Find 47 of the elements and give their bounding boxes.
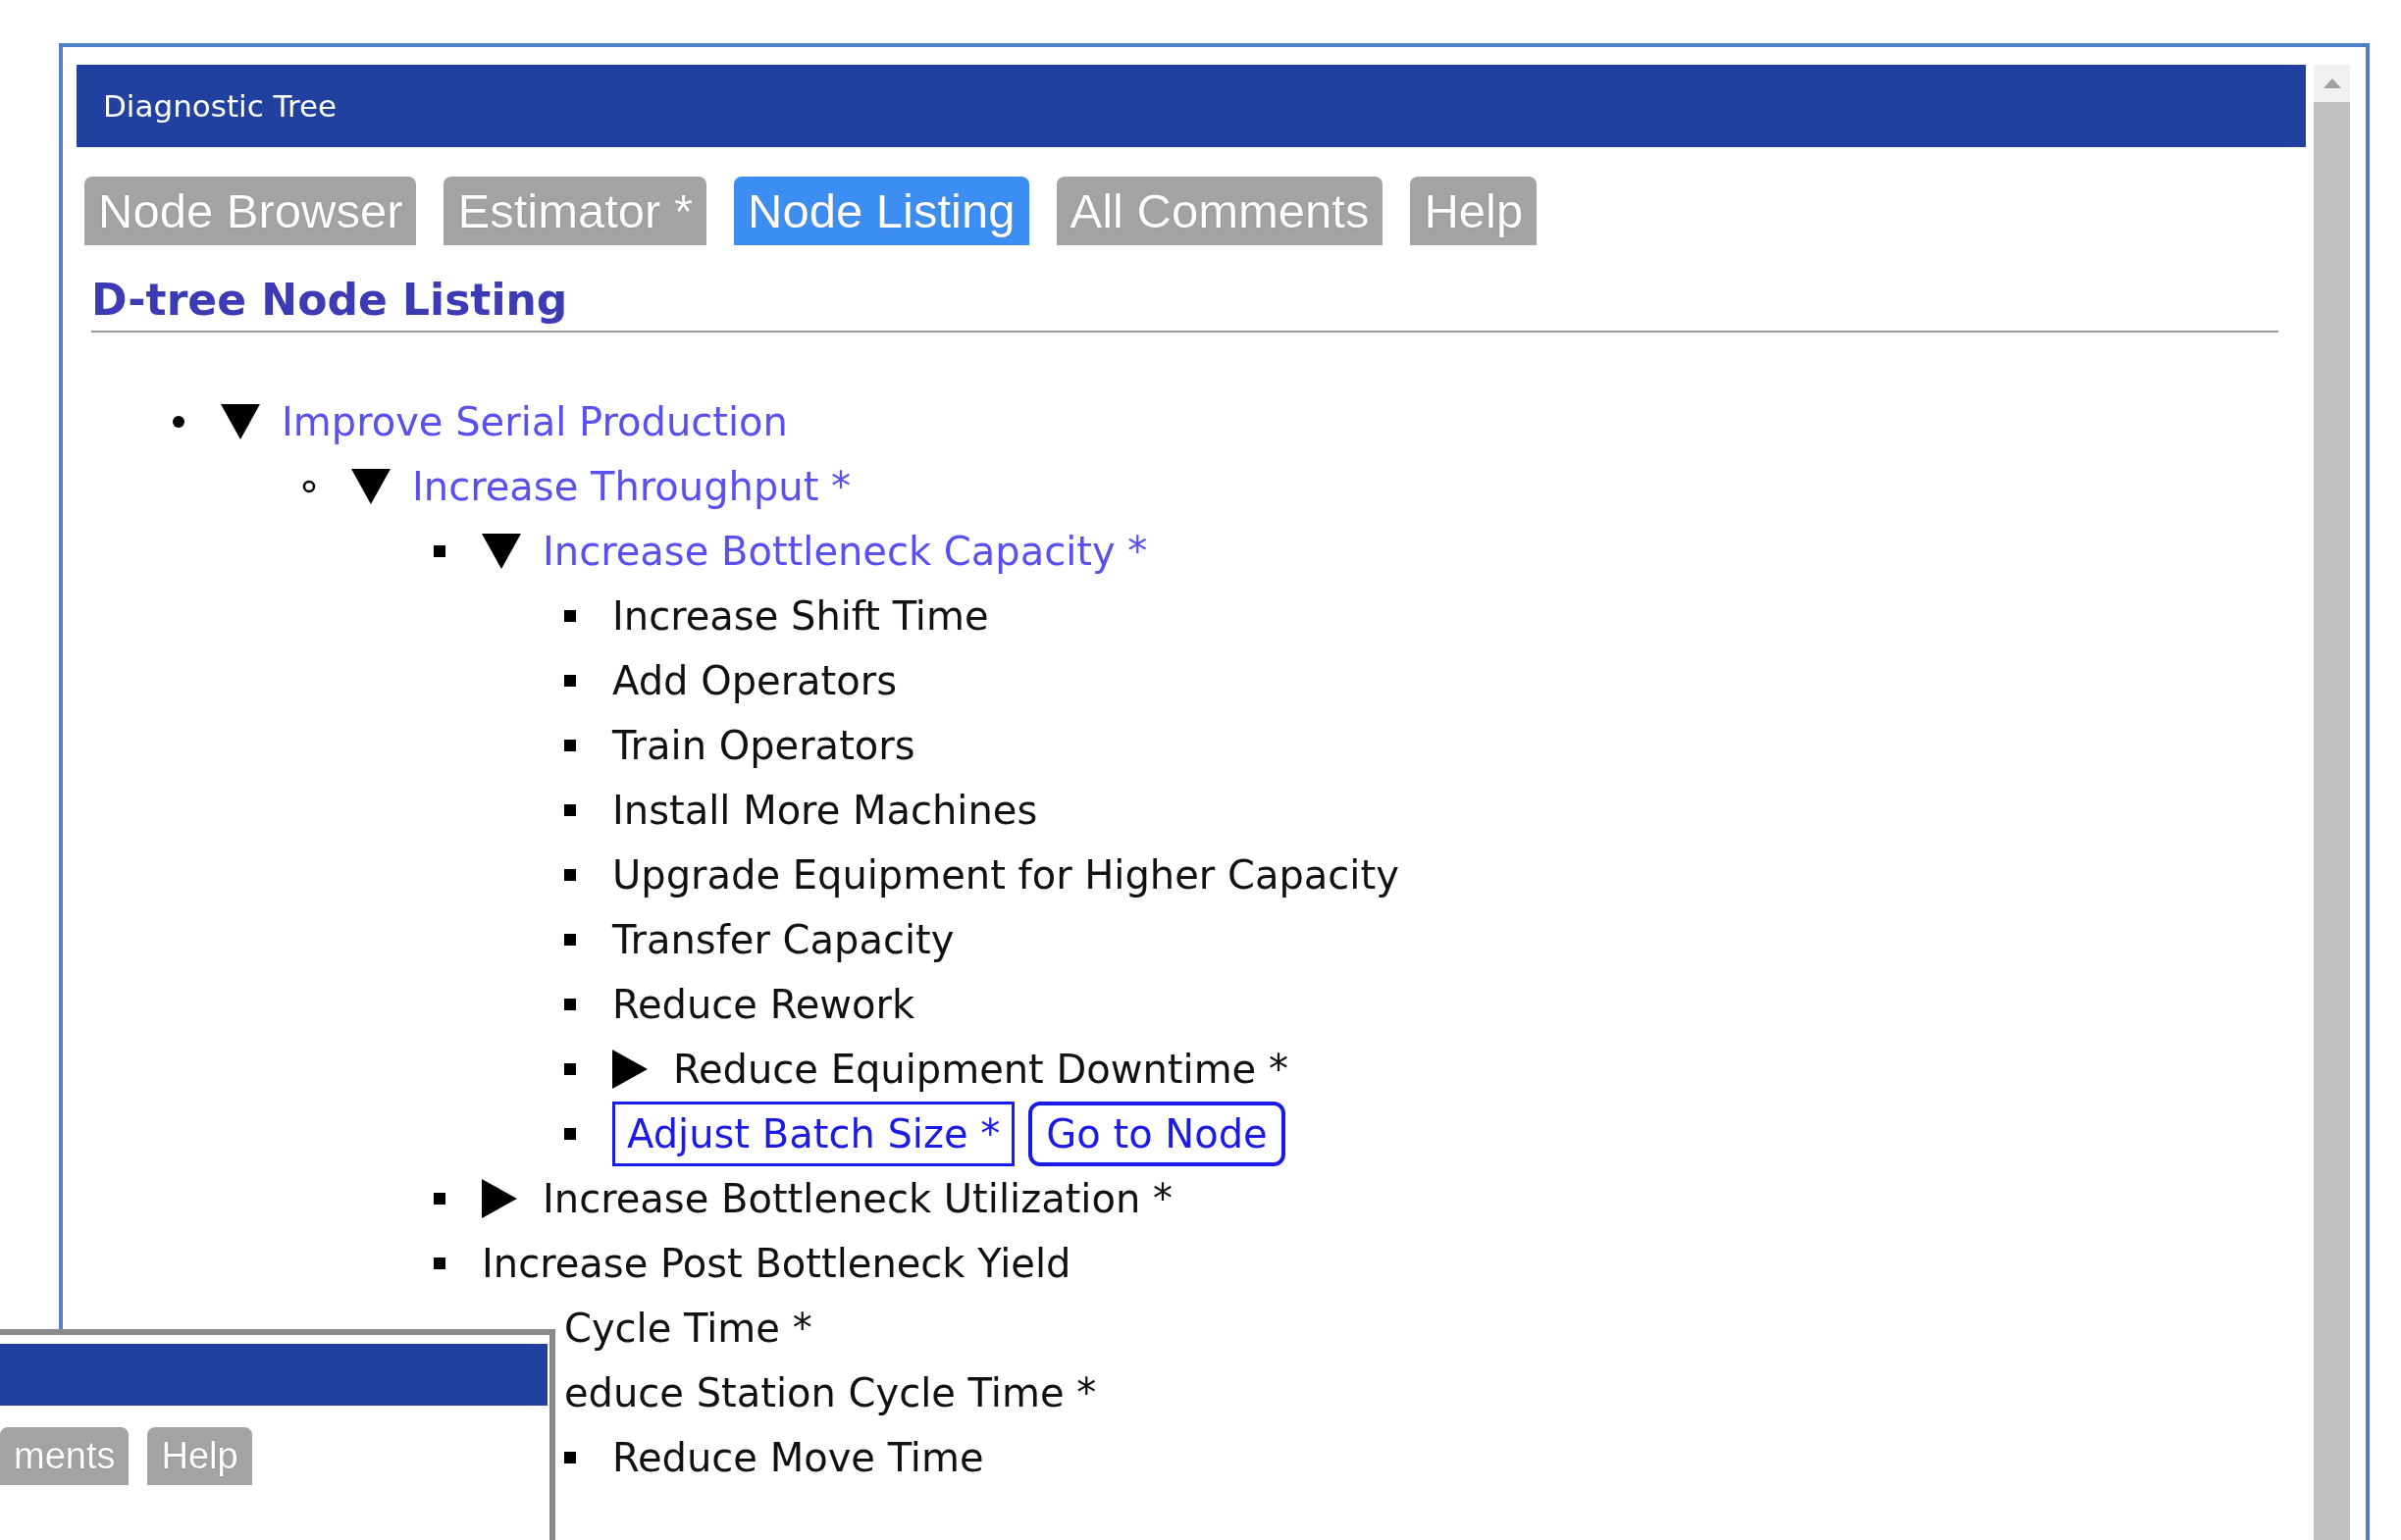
node-label: educe Station Cycle Time * [564, 1370, 1097, 1415]
bullet-icon [433, 1192, 446, 1206]
bullet-icon [433, 544, 446, 558]
tab[interactable]: Node Browser [84, 177, 417, 245]
node-link[interactable]: Improve Serial Production [282, 399, 788, 444]
tab[interactable]: Estimator * [444, 177, 707, 245]
node-label: Cycle Time * [564, 1306, 812, 1351]
bullet-icon [563, 803, 577, 817]
bullet-icon [563, 868, 577, 882]
bullet-icon [433, 1257, 446, 1270]
tab[interactable]: Help [147, 1427, 252, 1485]
right-triangle-icon[interactable] [612, 1050, 648, 1089]
tab[interactable]: Help [1410, 177, 1538, 245]
bullet-icon [563, 674, 577, 688]
node-link[interactable]: Increase Throughput * [412, 464, 852, 509]
current-node-link[interactable]: Adjust Batch Size * [612, 1102, 1016, 1166]
bullet-icon [563, 933, 577, 947]
node-label: Reduce Move Time [612, 1435, 984, 1480]
bullet-icon [302, 480, 316, 493]
node-label: Train Operators [612, 723, 915, 768]
tab[interactable]: All Comments [1056, 177, 1383, 245]
down-triangle-icon[interactable] [482, 534, 521, 569]
node-link[interactable]: Increase Bottleneck Capacity * [543, 529, 1148, 574]
bullet-icon [563, 1062, 577, 1076]
node-label: Increase Bottleneck Utilization * [543, 1176, 1173, 1221]
bullet-icon [563, 998, 577, 1011]
right-triangle-icon[interactable] [482, 1179, 517, 1218]
node-label: Increase Post Bottleneck Yield [482, 1241, 1071, 1286]
node-label: Add Operators [612, 658, 898, 703]
tab[interactable]: ments [0, 1427, 130, 1485]
node-label: Increase Shift Time [612, 593, 989, 639]
bullet-icon [563, 1451, 577, 1464]
bullet-icon [172, 415, 185, 429]
node-label: Transfer Capacity [612, 917, 955, 962]
page-heading: D-tree Node Listing [91, 275, 2278, 333]
bullet-icon [563, 739, 577, 752]
node-label: Reduce Equipment Downtime * [673, 1047, 1288, 1092]
node-label: Upgrade Equipment for Higher Capacity [612, 852, 1399, 898]
down-triangle-icon[interactable] [351, 469, 391, 504]
tab[interactable]: Node Listing [734, 177, 1029, 245]
node-label: Reduce Rework [612, 982, 915, 1027]
bullet-icon [563, 1127, 577, 1141]
window-title: Diagnostic Tree [103, 88, 338, 124]
go-to-node-button[interactable]: Go to Node [1028, 1102, 1285, 1166]
down-triangle-icon[interactable] [221, 404, 260, 439]
bullet-icon [563, 609, 577, 623]
node-label: Install More Machines [612, 788, 1038, 833]
